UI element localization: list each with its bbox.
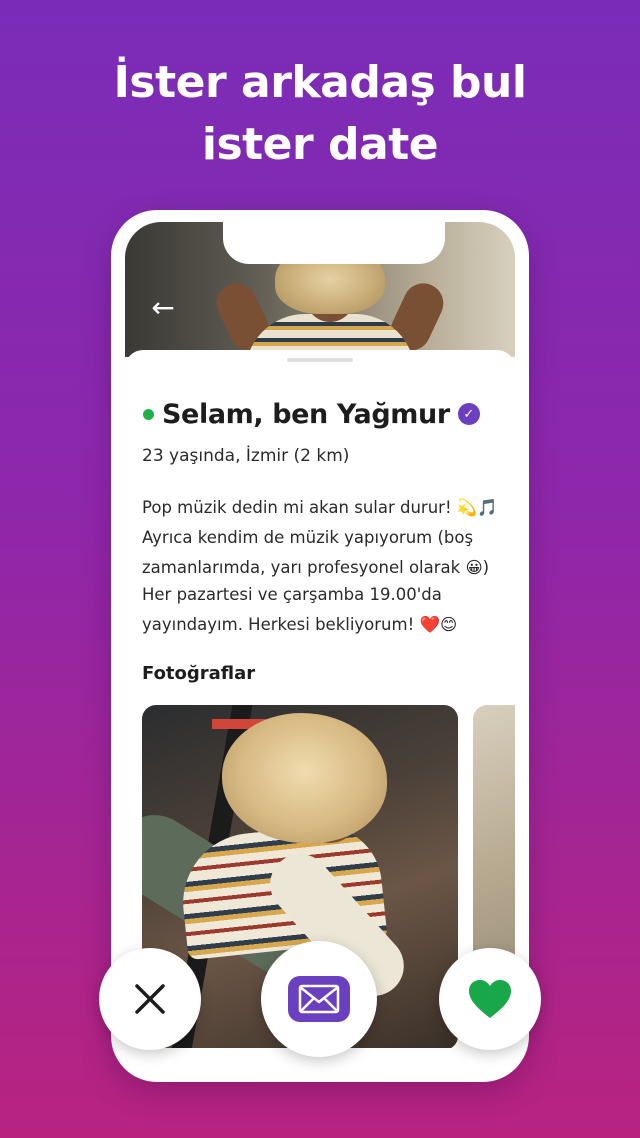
bio-paragraph-2: Her pazartesi ve çarşamba 19.00'da yayın… [142,580,507,640]
bio-line: yayındayım. Herkesi bekliyorum! ❤️😊 [142,615,458,634]
profile-name-row: Selam, ben Yağmur ✓ [143,394,480,434]
back-arrow-icon[interactable]: ← [145,292,181,324]
phone-screen: ← Selam, ben Yağmur ✓ 23 yaşında, İzmir … [125,222,515,1048]
bio-line: Ayrıca kendim de müzik yapıyorum (boş [142,528,474,547]
message-button[interactable] [261,941,377,1057]
headline: İster arkadaş bul ister date [0,52,640,176]
bio-paragraph-1: Pop müzik dedin mi akan sular durur! 💫🎵 … [142,493,507,583]
photos-section-title: Fotoğraflar [142,663,256,684]
bio-line: zamanlarımda, yarı profesyonel olarak 😀) [142,558,490,577]
dislike-button[interactable] [99,948,201,1050]
envelope-icon [298,984,340,1014]
profile-name: Selam, ben Yağmur [162,398,450,430]
verified-badge-icon: ✓ [457,403,480,425]
online-status-icon [143,408,154,420]
headline-line-1: İster arkadaş bul [113,57,527,108]
close-icon [135,984,165,1014]
like-button[interactable] [439,948,541,1050]
drag-handle[interactable] [287,358,353,362]
bio-line: Her pazartesi ve çarşamba 19.00'da [142,585,442,604]
profile-meta: 23 yaşında, İzmir (2 km) [142,446,350,466]
heart-icon [469,980,511,1018]
headline-line-2: ister date [201,119,439,170]
bio-line: Pop müzik dedin mi akan sular durur! 💫🎵 [142,498,498,517]
phone-notch [223,222,445,264]
